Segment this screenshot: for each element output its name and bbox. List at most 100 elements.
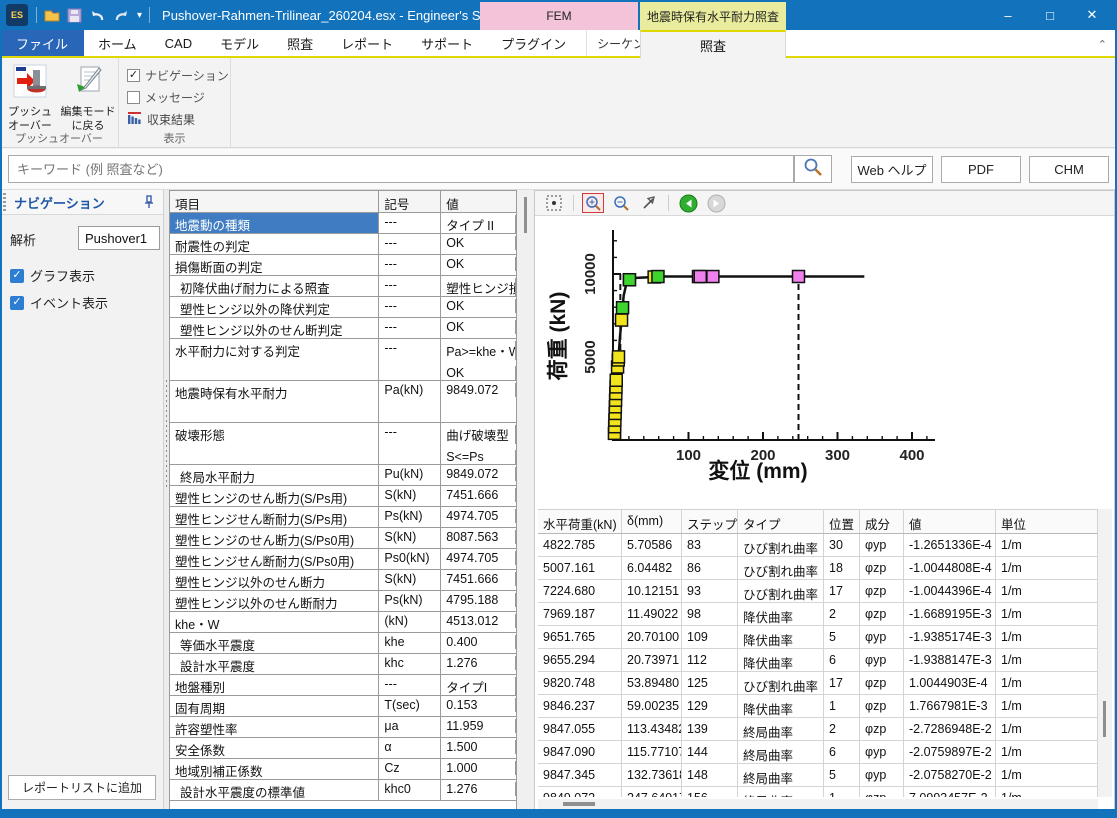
edit-mode-button[interactable]: 編集モード に戻る [60,62,116,132]
check-table-row-25[interactable]: 設計水平震度の標準値khc01.276 [170,780,516,801]
select-region-icon[interactable] [543,193,565,213]
tab-shousa-active[interactable]: 照査 [640,30,786,58]
event-cell: φyp [860,764,904,786]
checkbox-1[interactable]: ✓ [127,69,140,82]
pin-icon[interactable] [143,195,155,214]
menu-item-8[interactable]: プラグイン [487,30,580,56]
menu-item-5[interactable]: 照査 [273,30,327,56]
event-cell: 終局曲率 [738,764,824,786]
menu-item-1[interactable]: ファイル [0,30,84,56]
pushover-chart[interactable]: 100200300400500010000変位 (mm)荷重 (kN) [537,216,1113,508]
check-table-row-23[interactable]: 安全係数α1.500 [170,738,516,759]
event-row-5[interactable]: 9651.76520.70100109降伏曲率5φyp-1.9385174E-3… [538,626,1098,649]
event-table-vscrollbar[interactable] [1098,509,1112,797]
app-icon[interactable]: ES [6,4,28,26]
event-row-7[interactable]: 9820.74853.89480125ひび割れ曲率17φzp1.0044903E… [538,672,1098,695]
event-row-12[interactable]: 9849.072247.64917156終局曲率1φzp7.0993457E-2… [538,787,1098,797]
check-table-row-14[interactable]: 塑性ヒンジせん断耐力(S/Ps0用)Ps0(kN)4974.705 [170,549,516,570]
check-symbol: khe [379,633,441,653]
sidebar-checkbox-1[interactable]: ✓ [10,269,24,283]
event-row-3[interactable]: 7224.68010.1215193ひび割れ曲率17φzp-1.0044396E… [538,580,1098,603]
menu-item-3[interactable]: CAD [151,30,206,56]
pan-arrow-icon[interactable] [638,193,660,213]
panel-grip[interactable] [3,193,6,211]
forward-icon[interactable] [705,193,727,213]
pushover-button[interactable]: プッシュオーバー [2,62,58,132]
check-table-row-13[interactable]: 塑性ヒンジのせん断力(S/Ps0用)S(kN)8087.563 [170,528,516,549]
add-to-report-list-button[interactable]: レポートリストに追加 [8,775,156,800]
check-table-row-3[interactable]: 損傷断面の判定---OK [170,255,516,276]
check-table-row-19[interactable]: 設計水平震度khc1.276 [170,654,516,675]
check-table-row-10[interactable]: 終局水平耐力Pu(kN)9849.072 [170,465,516,486]
event-col-7[interactable]: 値 [904,510,996,533]
menu-item-6[interactable]: レポート [327,30,407,56]
checkbox-2[interactable] [127,91,140,104]
event-row-6[interactable]: 9655.29420.73971112降伏曲率6φyp-1.9388147E-3… [538,649,1098,672]
event-row-4[interactable]: 7969.18711.4902298降伏曲率2φzp-1.6689195E-31… [538,603,1098,626]
check-table-row-21[interactable]: 固有周期T(sec)0.153 [170,696,516,717]
event-col-8[interactable]: 単位 [996,510,1098,533]
check-table-row-11[interactable]: 塑性ヒンジのせん断力(S/Ps用)S(kN)7451.666 [170,486,516,507]
check-value: 9849.072 [441,465,516,485]
doc-tab-seismic[interactable]: 地震時保有水平耐力照査 [640,2,786,30]
event-cell: -1.9388147E-3 [904,649,996,671]
event-row-1[interactable]: 4822.7855.7058683ひび割れ曲率30φyp-1.2651336E-… [538,534,1098,557]
menu-item-2[interactable]: ホーム [84,30,151,56]
check-table-row-24[interactable]: 地域別補正係数Cz1.000 [170,759,516,780]
maximize-button[interactable]: □ [1029,0,1071,30]
redo-icon[interactable] [113,8,130,23]
event-row-8[interactable]: 9846.23759.00235129降伏曲率1φzp1.7667981E-31… [538,695,1098,718]
back-icon[interactable] [677,193,699,213]
keyword-search-input[interactable] [8,155,794,183]
check-table-row-18[interactable]: 等価水平震度khe0.400 [170,633,516,654]
check-table-row-6[interactable]: 塑性ヒンジ以外のせん断判定---OK [170,318,516,339]
check-table-row-1[interactable]: 地震動の種類---タイプ II [170,213,516,234]
check-table-row-15[interactable]: 塑性ヒンジ以外のせん断力S(kN)7451.666 [170,570,516,591]
check-table-row-17[interactable]: khe・W(kN)4513.012 [170,612,516,633]
check-table-row-20[interactable]: 地盤種別---タイプI [170,675,516,696]
event-col-4[interactable]: タイプ [738,510,824,533]
zoom-out-icon[interactable] [610,193,632,213]
menu-item-7[interactable]: サポート [407,30,487,56]
search-button[interactable] [794,155,832,183]
chm-button[interactable]: CHM [1029,156,1109,183]
event-cell: -1.0044808E-4 [904,557,996,579]
collapse-ribbon-icon[interactable]: ⌃ [1098,30,1107,58]
check-table-row-8[interactable]: 地震時保有水平耐力Pa(kN)9849.072 [170,381,516,423]
open-file-icon[interactable] [44,7,60,23]
check-table-row-16[interactable]: 塑性ヒンジ以外のせん断耐力Ps(kN)4795.188 [170,591,516,612]
web-help-button[interactable]: Web ヘルプ [851,156,933,183]
zoom-in-icon[interactable] [582,193,604,213]
analysis-select[interactable]: Pushover1 [78,226,160,250]
check-table-row-7[interactable]: 水平耐力に対する判定---Pa>=khe・WOK [170,339,516,381]
minimize-button[interactable]: – [987,0,1029,30]
pdf-button[interactable]: PDF [941,156,1021,183]
save-icon[interactable] [67,8,82,23]
close-button[interactable]: ✕ [1071,0,1113,30]
check-table-row-2[interactable]: 耐震性の判定---OK [170,234,516,255]
event-row-11[interactable]: 9847.345132.73618148終局曲率5φyp-2.0758270E-… [538,764,1098,787]
event-col-1[interactable]: 水平荷重(kN) [538,510,622,533]
check-table-row-4[interactable]: 初降伏曲げ耐力による照査---塑性ヒンジ損傷 [170,276,516,297]
sidebar-checkbox-2[interactable]: ✓ [10,296,24,310]
check-table-scrollbar[interactable] [517,190,534,810]
event-cell: 1/m [996,557,1098,579]
qat-dropdown-icon[interactable]: ▾ [137,10,142,21]
event-row-10[interactable]: 9847.090115.77107144終局曲率6φyp-2.0759897E-… [538,741,1098,764]
event-col-3[interactable]: ステップ [682,510,738,533]
check-table-row-5[interactable]: 塑性ヒンジ以外の降伏判定---OK [170,297,516,318]
event-cell: -1.9385174E-3 [904,626,996,648]
convergence-button[interactable]: 収束結果 [127,108,195,130]
event-table-hscrollbar[interactable] [538,799,1098,809]
check-table-row-9[interactable]: 破壊形態---曲げ破壊型S<=Ps [170,423,516,465]
event-col-5[interactable]: 位置 [824,510,860,533]
event-col-2[interactable]: δ(mm) [622,510,682,533]
undo-icon[interactable] [89,8,106,23]
event-row-2[interactable]: 5007.1616.0448286ひび割れ曲率18φzp-1.0044808E-… [538,557,1098,580]
check-table-row-12[interactable]: 塑性ヒンジせん断耐力(S/Ps用)Ps(kN)4974.705 [170,507,516,528]
event-row-9[interactable]: 9847.055113.43482139終局曲率2φzp-2.7286948E-… [538,718,1098,741]
doc-tab-fem[interactable]: FEM [480,2,638,30]
event-col-6[interactable]: 成分 [860,510,904,533]
check-table-row-22[interactable]: 許容塑性率μa11.959 [170,717,516,738]
menu-item-4[interactable]: モデル [206,30,273,56]
